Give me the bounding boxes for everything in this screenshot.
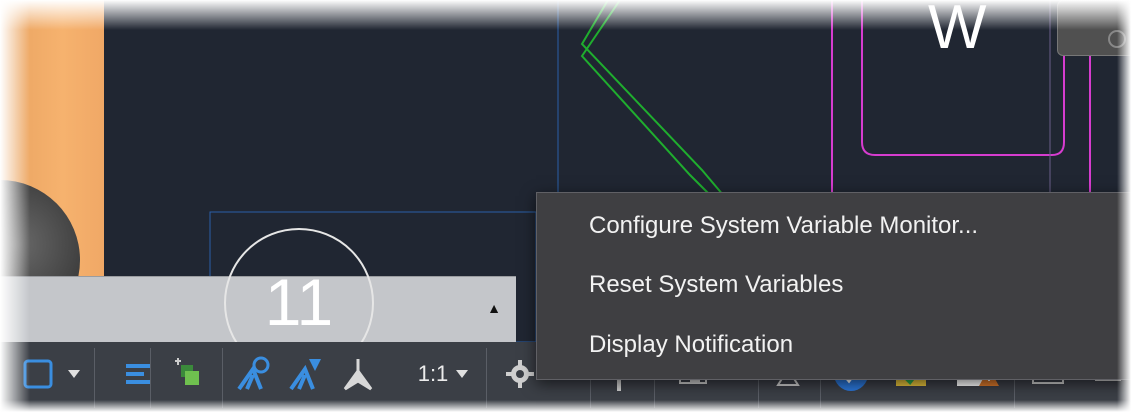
lineweight-icon[interactable] xyxy=(122,352,154,396)
triangle-up-icon[interactable]: ▲ xyxy=(484,298,504,318)
status-separator xyxy=(94,348,95,408)
annotation-scale-value: 1:1 xyxy=(417,361,449,386)
edge-fade xyxy=(0,0,30,412)
dropdown-arrow-icon[interactable] xyxy=(62,352,86,396)
green-line-2 xyxy=(580,0,731,216)
context-menu: Configure System Variable Monitor... Res… xyxy=(536,192,1131,380)
chevron-down-icon xyxy=(456,370,469,378)
edge-fade xyxy=(0,0,1131,30)
menu-item-configure-system-variable-monitor[interactable]: Configure System Variable Monitor... xyxy=(589,206,978,246)
auto-scale-icon[interactable] xyxy=(284,352,328,396)
annotation-scale-icon[interactable] xyxy=(336,352,380,396)
edge-fade xyxy=(1117,0,1131,412)
circle-annotation-number: 11 xyxy=(264,265,334,339)
menu-item-display-notification[interactable]: Display Notification xyxy=(589,325,793,365)
green-line-1 xyxy=(580,0,741,216)
status-separator xyxy=(222,348,223,408)
annotation-scale-selector[interactable]: 1:1 xyxy=(404,352,484,396)
edge-fade xyxy=(0,400,1131,412)
menu-item-reset-system-variables[interactable]: Reset System Variables xyxy=(589,265,843,305)
status-separator xyxy=(486,348,487,408)
workspace-gear-icon[interactable] xyxy=(500,352,540,396)
annotation-visibility-icon[interactable] xyxy=(232,352,276,396)
transparency-icon[interactable] xyxy=(168,352,208,396)
autocad-window: W ▲ 11 1:1 Configure System Variable Mon… xyxy=(0,0,1131,412)
